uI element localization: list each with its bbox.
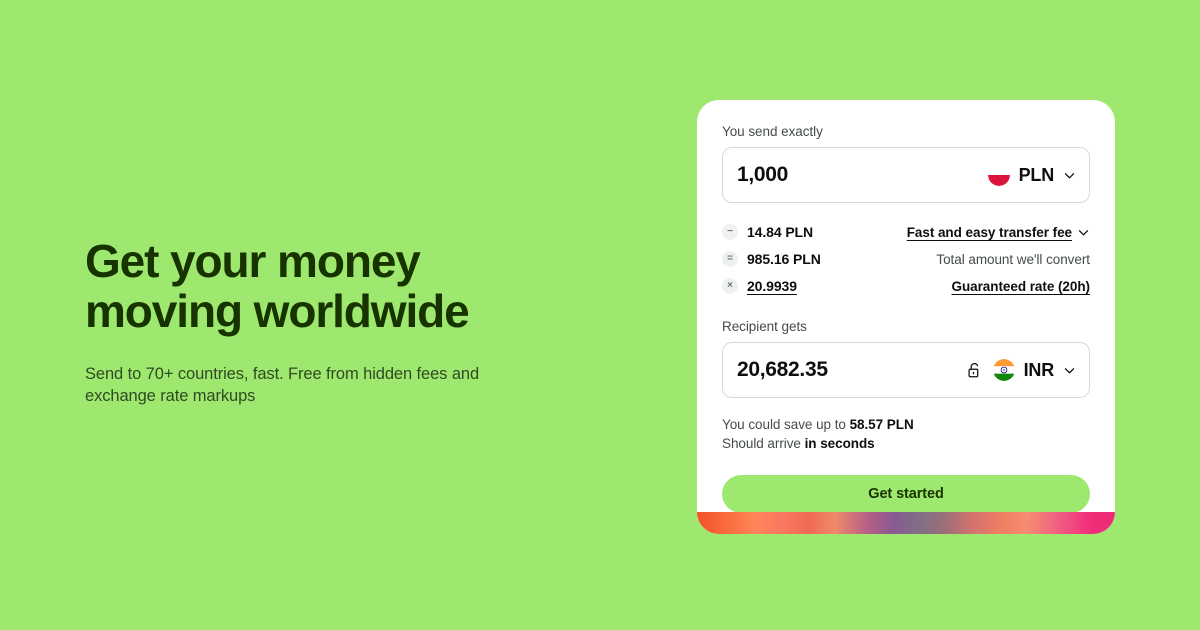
arrival-note: Should arrive in seconds xyxy=(722,434,1090,453)
savings-note-prefix: You could save up to xyxy=(722,417,850,432)
send-amount-value[interactable]: 1,000 xyxy=(737,163,788,187)
fee-breakdown-list: − 14.84 PLN Fast and easy transfer fee =… xyxy=(722,219,1090,299)
guaranteed-rate-label: Guaranteed rate (20h) xyxy=(951,278,1091,294)
page-title: Get your money moving worldwide xyxy=(85,235,470,337)
arrival-time: in seconds xyxy=(804,436,875,451)
poland-flag-icon xyxy=(987,164,1010,186)
transfer-notes: You could save up to 58.57 PLN Should ar… xyxy=(722,415,1090,453)
chevron-down-icon xyxy=(1063,169,1076,182)
recipient-section: Recipient gets 20,682.35 INR xyxy=(722,319,1090,398)
recipient-amount-label: Recipient gets xyxy=(722,319,807,334)
chevron-down-icon xyxy=(1063,364,1076,377)
savings-note: You could save up to 58.57 PLN xyxy=(722,415,1090,434)
send-amount-label: You send exactly xyxy=(722,124,823,139)
breakdown-row-rate: × 20.9939 Guaranteed rate (20h) xyxy=(722,273,1090,299)
breakdown-row-rate-left: × 20.9939 xyxy=(722,278,797,294)
equals-icon: = xyxy=(722,251,738,267)
get-started-button[interactable]: Get started xyxy=(722,475,1090,513)
india-flag-icon xyxy=(992,359,1015,381)
decorative-photo-strip xyxy=(697,512,1115,534)
guaranteed-rate-link[interactable]: Guaranteed rate (20h) xyxy=(952,279,1091,294)
chevron-down-icon xyxy=(1077,226,1090,239)
breakdown-row-fee-left: − 14.84 PLN xyxy=(722,224,813,240)
recipient-currency-code: INR xyxy=(1023,359,1055,380)
transfer-fee-value: 14.84 PLN xyxy=(747,224,814,240)
total-convert-label: Total amount we'll convert xyxy=(936,251,1090,267)
total-convert-value: 985.16 PLN xyxy=(747,251,821,267)
transfer-fee-link[interactable]: Fast and easy transfer fee xyxy=(907,225,1090,240)
exchange-rate-value[interactable]: 20.9939 xyxy=(747,278,797,294)
currency-calculator-card: You send exactly 1,000 PLN − 14.84 PLN F… xyxy=(697,100,1115,534)
send-currency-selector[interactable]: PLN xyxy=(987,164,1076,186)
unlocked-padlock-icon[interactable] xyxy=(967,362,982,379)
savings-amount: 58.57 PLN xyxy=(849,417,914,432)
recipient-amount-input[interactable]: 20,682.35 INR xyxy=(722,342,1090,398)
minus-icon: − xyxy=(722,224,738,240)
breakdown-row-total: = 985.16 PLN Total amount we'll convert xyxy=(722,246,1090,272)
recipient-currency-selector[interactable]: INR xyxy=(967,359,1076,381)
breakdown-row-total-left: = 985.16 PLN xyxy=(722,251,821,267)
hero-section: Get your money moving worldwide Send to … xyxy=(85,236,605,407)
arrival-note-prefix: Should arrive xyxy=(722,436,805,451)
recipient-amount-value[interactable]: 20,682.35 xyxy=(737,358,828,382)
breakdown-row-fee: − 14.84 PLN Fast and easy transfer fee xyxy=(722,219,1090,245)
send-currency-code: PLN xyxy=(1018,164,1055,185)
send-amount-input[interactable]: 1,000 PLN xyxy=(722,147,1090,203)
landing-page: Get your money moving worldwide Send to … xyxy=(0,0,1200,630)
hero-subtitle: Send to 70+ countries, fast. Free from h… xyxy=(85,365,480,405)
transfer-fee-label: Fast and easy transfer fee xyxy=(906,224,1072,240)
calculator-body: You send exactly 1,000 PLN − 14.84 PLN F… xyxy=(697,100,1115,513)
multiply-icon: × xyxy=(722,278,738,294)
